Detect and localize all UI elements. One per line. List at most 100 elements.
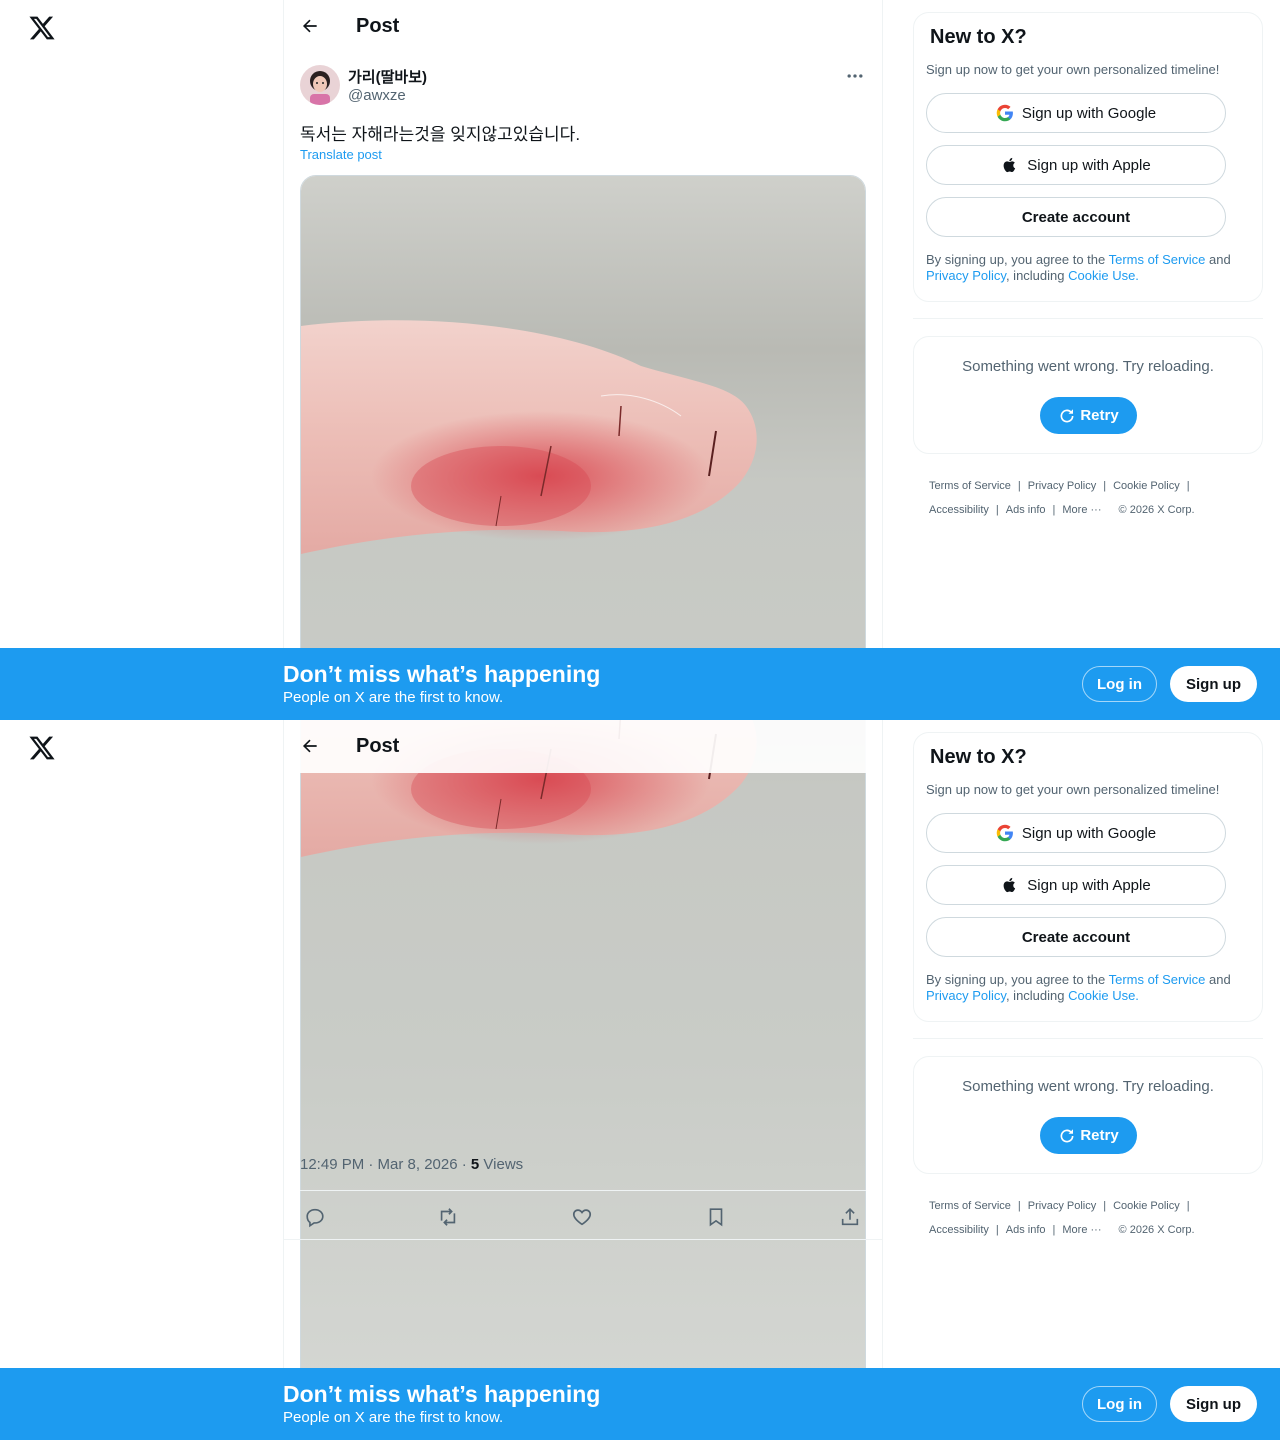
login-button[interactable]: Log in — [1082, 666, 1157, 702]
x-logo-icon[interactable] — [28, 734, 56, 762]
post-header: Post — [284, 0, 882, 53]
signup-google-button[interactable]: Sign up with Google — [926, 93, 1226, 133]
footer-ads[interactable]: Ads info — [1006, 504, 1046, 516]
footer-accessibility[interactable]: Accessibility — [929, 1224, 989, 1236]
footer-cookie[interactable]: Cookie Policy — [1113, 480, 1180, 492]
signup-title: New to X? — [930, 26, 1027, 48]
retry-button[interactable]: Retry — [1040, 1117, 1137, 1154]
signup-subtitle: Sign up now to get your own personalized… — [926, 782, 1220, 797]
signup-apple-button[interactable]: Sign up with Apple — [926, 865, 1226, 905]
avatar[interactable] — [300, 65, 340, 105]
retry-button[interactable]: Retry — [1040, 397, 1137, 434]
post-author: 가리(딸바보) @awxze — [300, 64, 866, 108]
signup-banner: Don’t miss what’s happening People on X … — [0, 1368, 1280, 1440]
more-options-icon[interactable] — [844, 66, 866, 86]
share-button[interactable] — [835, 1202, 865, 1232]
footer-copyright: © 2026 X Corp. — [1118, 504, 1195, 516]
post-text: 독서는 자해라는것을 잊지않고있습니다. — [300, 125, 581, 144]
legal-prefix: By signing up, you agree to the — [926, 252, 1109, 267]
signup-legal-text: By signing up, you agree to the Terms of… — [926, 252, 1256, 284]
viewport-top: Post 가리(딸바보) @awxze 독서는 자해라는것을 잊지않고있습니다.… — [0, 0, 1280, 720]
legal-and: and — [1205, 252, 1231, 267]
signup-apple-button[interactable]: Sign up with Apple — [926, 145, 1226, 185]
back-arrow-icon[interactable] — [300, 736, 320, 756]
post-image[interactable] — [300, 720, 866, 1440]
retry-label: Retry — [1080, 407, 1119, 424]
banner-subtitle: People on X are the first to know. — [283, 1409, 504, 1426]
right-column-divider — [913, 318, 1263, 319]
error-message: Something went wrong. Try reloading. — [962, 1078, 1214, 1095]
footer-terms[interactable]: Terms of Service — [929, 480, 1011, 492]
repost-button[interactable] — [433, 1202, 463, 1232]
signup-banner: Don’t miss what’s happening People on X … — [0, 648, 1280, 720]
bookmark-button[interactable] — [701, 1202, 731, 1232]
footer-ads[interactable]: Ads info — [1006, 1224, 1046, 1236]
views-label: Views — [479, 1156, 524, 1173]
signup-google-label: Sign up with Google — [1021, 824, 1157, 842]
right-column-divider — [913, 1038, 1263, 1039]
signup-legal-text: By signing up, you agree to the Terms of… — [926, 972, 1256, 1004]
footer-cookie[interactable]: Cookie Policy — [1113, 1200, 1180, 1212]
views-count: 5 — [470, 1156, 480, 1173]
apple-icon — [1001, 876, 1019, 894]
footer-more[interactable]: More ··· — [1062, 504, 1101, 516]
post-meta: 12:49 PM · Mar 8, 2026 · 5 Views — [300, 1156, 523, 1173]
banner-title: Don’t miss what’s happening — [283, 661, 601, 687]
column-divider-right — [882, 0, 883, 720]
reply-button[interactable] — [300, 1202, 330, 1232]
author-name[interactable]: 가리(딸바보) — [348, 66, 427, 87]
meta-divider — [300, 1190, 866, 1191]
column-divider-left — [283, 0, 284, 720]
refresh-icon — [1058, 1127, 1076, 1145]
create-account-button[interactable]: Create account — [926, 197, 1226, 237]
post-actions — [300, 1202, 866, 1232]
post-timestamp[interactable]: 12:49 PM · Mar 8, 2026 · — [300, 1156, 471, 1173]
signup-button[interactable]: Sign up — [1170, 666, 1257, 702]
share-icon — [841, 1208, 859, 1226]
apple-icon — [1001, 156, 1019, 174]
repost-icon — [440, 1208, 456, 1226]
post-bottom-divider — [284, 1239, 882, 1240]
footer-links: Terms of Service | Privacy Policy | Cookie P… — [929, 480, 1195, 516]
create-account-button[interactable]: Create account — [926, 917, 1226, 957]
terms-link[interactable]: Terms of Service — [1109, 972, 1206, 987]
footer-copyright: © 2026 X Corp. — [1118, 1224, 1195, 1236]
signup-card: New to X? Sign up now to get your own pe… — [913, 12, 1263, 302]
column-divider-left — [283, 720, 284, 1440]
footer-terms[interactable]: Terms of Service — [929, 1200, 1011, 1212]
terms-link[interactable]: Terms of Service — [1109, 252, 1206, 267]
privacy-link[interactable]: Privacy Policy — [926, 268, 1006, 283]
viewport-scrolled: Post 12:49 PM · Mar 8, 2026 · 5 Views Ne… — [0, 720, 1280, 1440]
author-handle[interactable]: @awxze — [348, 87, 406, 104]
reply-icon — [306, 1208, 324, 1228]
error-card: Something went wrong. Try reloading. Ret… — [913, 336, 1263, 454]
legal-including: , including — [1005, 268, 1069, 283]
footer-privacy[interactable]: Privacy Policy — [1028, 1200, 1096, 1212]
cookie-link[interactable]: Cookie Use. — [1068, 988, 1139, 1003]
x-logo-icon[interactable] — [28, 14, 56, 42]
login-button[interactable]: Log in — [1082, 1386, 1157, 1422]
cookie-link[interactable]: Cookie Use. — [1068, 268, 1139, 283]
signup-subtitle: Sign up now to get your own personalized… — [926, 62, 1220, 77]
footer-accessibility[interactable]: Accessibility — [929, 504, 989, 516]
privacy-link[interactable]: Privacy Policy — [926, 988, 1006, 1003]
retry-label: Retry — [1080, 1127, 1119, 1144]
signup-google-button[interactable]: Sign up with Google — [926, 813, 1226, 853]
banner-title: Don’t miss what’s happening — [283, 1381, 601, 1407]
google-icon — [996, 824, 1014, 842]
signup-card: New to X? Sign up now to get your own pe… — [913, 732, 1263, 1022]
refresh-icon — [1058, 407, 1076, 425]
post-header: Post — [284, 720, 882, 773]
footer-privacy[interactable]: Privacy Policy — [1028, 480, 1096, 492]
signup-button[interactable]: Sign up — [1170, 1386, 1257, 1422]
post-image[interactable] — [300, 175, 866, 720]
page-title: Post — [356, 735, 400, 757]
back-arrow-icon[interactable] — [300, 16, 320, 36]
google-icon — [996, 104, 1014, 122]
signup-apple-label: Sign up with Apple — [1027, 156, 1151, 174]
error-card: Something went wrong. Try reloading. Ret… — [913, 1056, 1263, 1174]
translate-post-link[interactable]: Translate post — [300, 147, 382, 162]
page-title: Post — [356, 15, 400, 37]
like-button[interactable] — [567, 1202, 597, 1232]
footer-more[interactable]: More ··· — [1062, 1224, 1101, 1236]
